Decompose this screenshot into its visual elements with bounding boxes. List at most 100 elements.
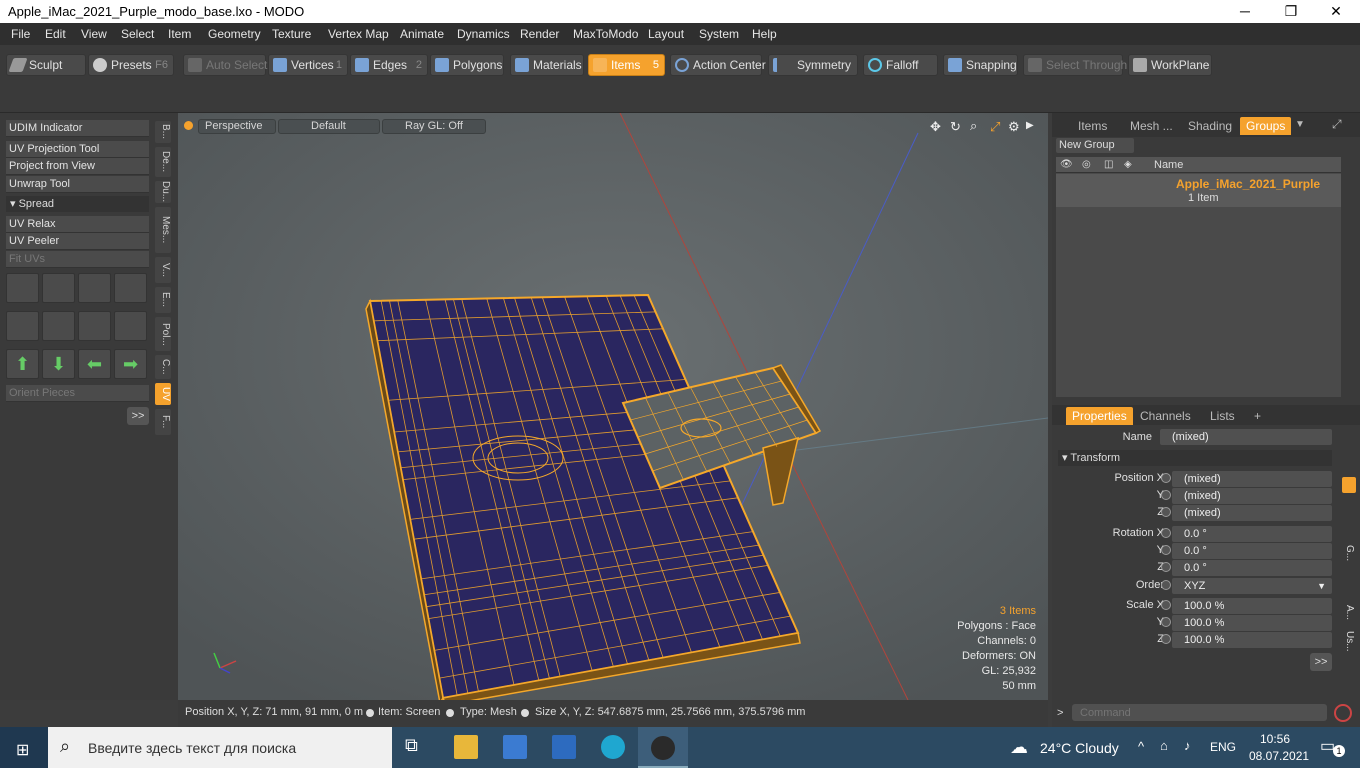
- rotation-radio[interactable]: [1161, 528, 1171, 538]
- minimize-button[interactable]: ─: [1222, 0, 1268, 23]
- shading-dropdown[interactable]: Default: [278, 119, 380, 134]
- scale-radio[interactable]: [1161, 634, 1171, 644]
- rotation-radio[interactable]: [1161, 545, 1171, 555]
- menu-geometry[interactable]: Geometry: [208, 27, 261, 41]
- menu-dynamics[interactable]: Dynamics: [457, 27, 510, 41]
- order-radio[interactable]: [1161, 580, 1171, 590]
- rotate-view-icon[interactable]: ↻: [950, 119, 961, 135]
- tab-channels[interactable]: Channels: [1134, 407, 1197, 425]
- orient-pieces-button[interactable]: Orient Pieces: [6, 385, 149, 402]
- vtab-curve[interactable]: C...: [155, 355, 171, 379]
- language-indicator[interactable]: ENG: [1210, 740, 1236, 754]
- uv-box-icon[interactable]: [6, 311, 39, 341]
- workplane-button[interactable]: WorkPlane: [1128, 54, 1212, 76]
- uv-plane-icon[interactable]: [78, 311, 111, 341]
- menu-maxtomodo[interactable]: MaxToModo: [573, 27, 638, 41]
- materials-button[interactable]: Materials: [510, 54, 584, 76]
- task-view-icon[interactable]: ⧉: [405, 735, 429, 759]
- uv-grid-icon[interactable]: [42, 311, 75, 341]
- menu-vertex-map[interactable]: Vertex Map: [328, 27, 389, 41]
- unwrap-tool-button[interactable]: Unwrap Tool: [6, 176, 149, 193]
- vtab-mesh-edit[interactable]: Mes...: [155, 207, 171, 253]
- side-tab-g[interactable]: G...: [1344, 545, 1355, 561]
- uv-cube-icon[interactable]: [114, 273, 147, 303]
- view-type-dropdown[interactable]: Perspective: [198, 119, 276, 134]
- scale-radio[interactable]: [1161, 600, 1171, 610]
- align-right-icon[interactable]: ➡: [114, 349, 147, 379]
- viewport-menu-icon[interactable]: [184, 121, 193, 130]
- falloff-button[interactable]: Falloff: [863, 54, 938, 76]
- vtab-uv[interactable]: UV: [155, 383, 171, 405]
- tab-groups[interactable]: Groups: [1240, 117, 1292, 135]
- uv-peeler-button[interactable]: UV Peeler: [6, 233, 149, 250]
- fit-view-icon[interactable]: ⤢: [990, 119, 1000, 135]
- polygons-button[interactable]: Polygons: [430, 54, 504, 76]
- fit-uvs-button[interactable]: Fit UVs: [6, 251, 149, 268]
- tab-items[interactable]: Items: [1072, 117, 1113, 135]
- search-box[interactable]: ⌕ Введите здесь текст для поиска: [48, 727, 392, 768]
- 3d-viewport[interactable]: Perspective Default Ray GL: Off ✥ ↻ ⌕ ⤢ …: [178, 113, 1048, 700]
- side-tab-us[interactable]: Us...: [1344, 631, 1355, 652]
- spread-header[interactable]: ▾ Spread: [6, 196, 149, 212]
- name-field[interactable]: (mixed): [1160, 429, 1332, 445]
- menu-render[interactable]: Render: [520, 27, 559, 41]
- menu-texture[interactable]: Texture: [272, 27, 311, 41]
- vtab-deform[interactable]: De...: [155, 147, 171, 177]
- move-view-icon[interactable]: ✥: [930, 119, 941, 135]
- more-tools-button[interactable]: >>: [127, 407, 149, 425]
- uv-transform-icon[interactable]: [6, 273, 39, 303]
- sculpt-button[interactable]: Sculpt: [6, 54, 86, 76]
- uv-projection-tool-button[interactable]: UV Projection Tool: [6, 141, 149, 158]
- menu-layout[interactable]: Layout: [648, 27, 684, 41]
- order-dropdown[interactable]: XYZ ▼: [1172, 578, 1332, 594]
- menu-file[interactable]: File: [11, 27, 30, 41]
- uv-pack-icon[interactable]: [114, 311, 147, 341]
- menu-view[interactable]: View: [81, 27, 107, 41]
- vtab-polygon[interactable]: Pol...: [155, 317, 171, 351]
- vtab-duplicate[interactable]: Du...: [155, 181, 171, 203]
- tab-mesh[interactable]: Mesh ...: [1124, 117, 1179, 135]
- edges-button[interactable]: Edges 2: [350, 54, 428, 76]
- action-center-button[interactable]: Action Center: [670, 54, 766, 76]
- command-input[interactable]: [1072, 704, 1327, 721]
- snapping-button[interactable]: Snapping: [943, 54, 1018, 76]
- tab-shading[interactable]: Shading: [1182, 117, 1238, 135]
- vertices-button[interactable]: Vertices 1: [268, 54, 348, 76]
- position-radio[interactable]: [1161, 473, 1171, 483]
- menu-animate[interactable]: Animate: [400, 27, 444, 41]
- tab-add[interactable]: +: [1248, 407, 1267, 425]
- zoom-view-icon[interactable]: ⌕: [970, 118, 977, 134]
- side-tab-a[interactable]: A...: [1344, 605, 1355, 620]
- raygl-dropdown[interactable]: Ray GL: Off: [382, 119, 486, 134]
- presets-button[interactable]: Presets F6: [88, 54, 174, 76]
- symmetry-button[interactable]: Symmetry: [768, 54, 858, 76]
- rotation-y-field[interactable]: 0.0 °: [1172, 543, 1332, 559]
- close-button[interactable]: ✕: [1313, 0, 1359, 23]
- network-icon[interactable]: ⌂: [1160, 738, 1168, 753]
- file-explorer-icon[interactable]: [454, 735, 478, 759]
- vtab-vertex[interactable]: V...: [155, 257, 171, 283]
- tray-chevron-icon[interactable]: ^: [1138, 739, 1144, 754]
- modo-taskbar-button[interactable]: [638, 727, 688, 768]
- panel-expand-icon[interactable]: ⤢: [1332, 117, 1342, 132]
- align-up-icon[interactable]: ⬆: [6, 349, 39, 379]
- weather-text[interactable]: 24°C Cloudy: [1040, 740, 1119, 756]
- udim-indicator-button[interactable]: UDIM Indicator: [6, 120, 149, 137]
- scale-x-field[interactable]: 100.0 %: [1172, 598, 1332, 614]
- position-z-field[interactable]: (mixed): [1172, 505, 1332, 521]
- menu-system[interactable]: System: [699, 27, 739, 41]
- side-tab-active[interactable]: [1342, 477, 1356, 493]
- scale-y-field[interactable]: 100.0 %: [1172, 615, 1332, 631]
- items-button[interactable]: Items 5: [588, 54, 665, 76]
- position-x-field[interactable]: (mixed): [1172, 471, 1332, 487]
- viewport-settings-icon[interactable]: ⚙: [1008, 119, 1020, 135]
- uv-rotate-icon[interactable]: [42, 273, 75, 303]
- uv-relax-button[interactable]: UV Relax: [6, 216, 149, 233]
- tab-properties[interactable]: Properties: [1066, 407, 1133, 425]
- rotation-z-field[interactable]: 0.0 °: [1172, 560, 1332, 576]
- position-radio[interactable]: [1161, 490, 1171, 500]
- project-from-view-button[interactable]: Project from View: [6, 158, 149, 175]
- menu-select[interactable]: Select: [121, 27, 154, 41]
- uv-scale-icon[interactable]: [78, 273, 111, 303]
- vtab-fusion[interactable]: F...: [155, 409, 171, 435]
